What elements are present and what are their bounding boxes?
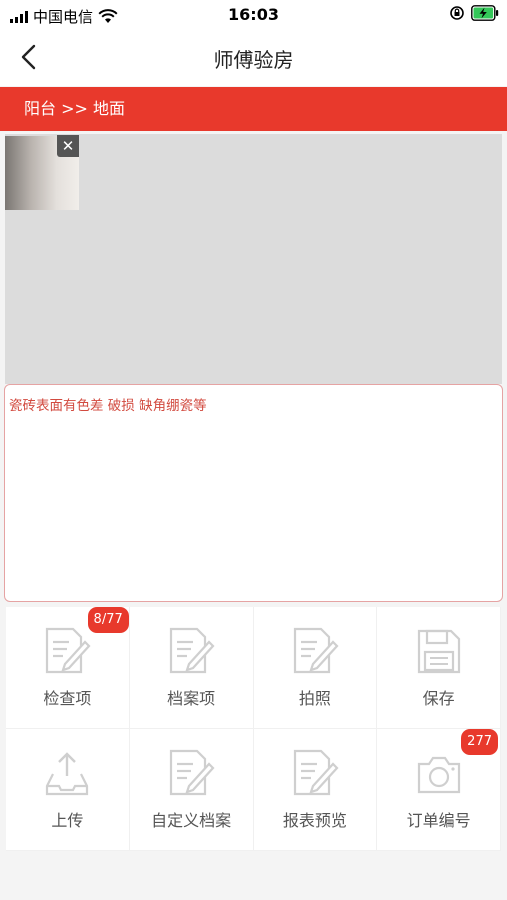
page-title: 师傅验房 <box>213 48 294 72</box>
photo-area[interactable]: ✕ <box>5 134 502 384</box>
action-label: 保存 <box>422 689 455 708</box>
camera-icon <box>415 748 463 798</box>
count-badge: 8/77 <box>87 607 129 633</box>
action-label: 检查项 <box>43 689 92 708</box>
action-label: 自定义档案 <box>151 811 232 830</box>
action-label: 拍照 <box>298 689 331 708</box>
document-edit-icon <box>291 748 339 798</box>
document-edit-icon <box>167 748 215 798</box>
report-preview-button[interactable]: 报表预览 <box>253 729 378 851</box>
action-label: 档案项 <box>167 689 216 708</box>
note-text: 瓷砖表面有色差 破损 缺角绷瓷等 <box>9 398 207 414</box>
bottom-background <box>0 851 507 900</box>
upload-button[interactable]: 上传 <box>6 729 130 851</box>
action-label: 上传 <box>51 811 84 830</box>
inspection-note-field[interactable]: 瓷砖表面有色差 破损 缺角绷瓷等 <box>4 384 503 602</box>
action-label: 订单编号 <box>406 811 471 830</box>
remove-photo-button[interactable]: ✕ <box>57 135 79 157</box>
status-right <box>449 5 499 21</box>
inspection-items-button[interactable]: 检查项 8/77 <box>6 607 130 729</box>
action-grid: 检查项 8/77 档案项 拍照 保存上传 自定义档案 报表预览 订单编号 277 <box>6 607 501 851</box>
upload-tray-icon <box>43 748 91 798</box>
order-number-button[interactable]: 订单编号 277 <box>377 729 501 851</box>
orientation-lock-icon <box>450 6 464 20</box>
status-bar: 中国电信 16:03 <box>0 0 507 30</box>
document-edit-icon <box>291 626 339 676</box>
custom-archive-button[interactable]: 自定义档案 <box>129 729 254 851</box>
take-photo-button[interactable]: 拍照 <box>253 607 378 729</box>
save-button[interactable]: 保存 <box>377 607 501 729</box>
count-badge: 277 <box>461 729 498 755</box>
breadcrumb: 阳台 >> 地面 <box>0 87 507 131</box>
archive-items-button[interactable]: 档案项 <box>129 607 254 729</box>
document-edit-icon <box>167 626 215 676</box>
navigation-bar: 师傅验房 <box>0 30 507 86</box>
status-time: 16:03 <box>228 5 279 24</box>
battery-charging-icon <box>471 5 499 21</box>
document-edit-icon <box>43 626 91 676</box>
action-label: 报表预览 <box>282 811 347 830</box>
floppy-disk-icon <box>415 626 463 676</box>
